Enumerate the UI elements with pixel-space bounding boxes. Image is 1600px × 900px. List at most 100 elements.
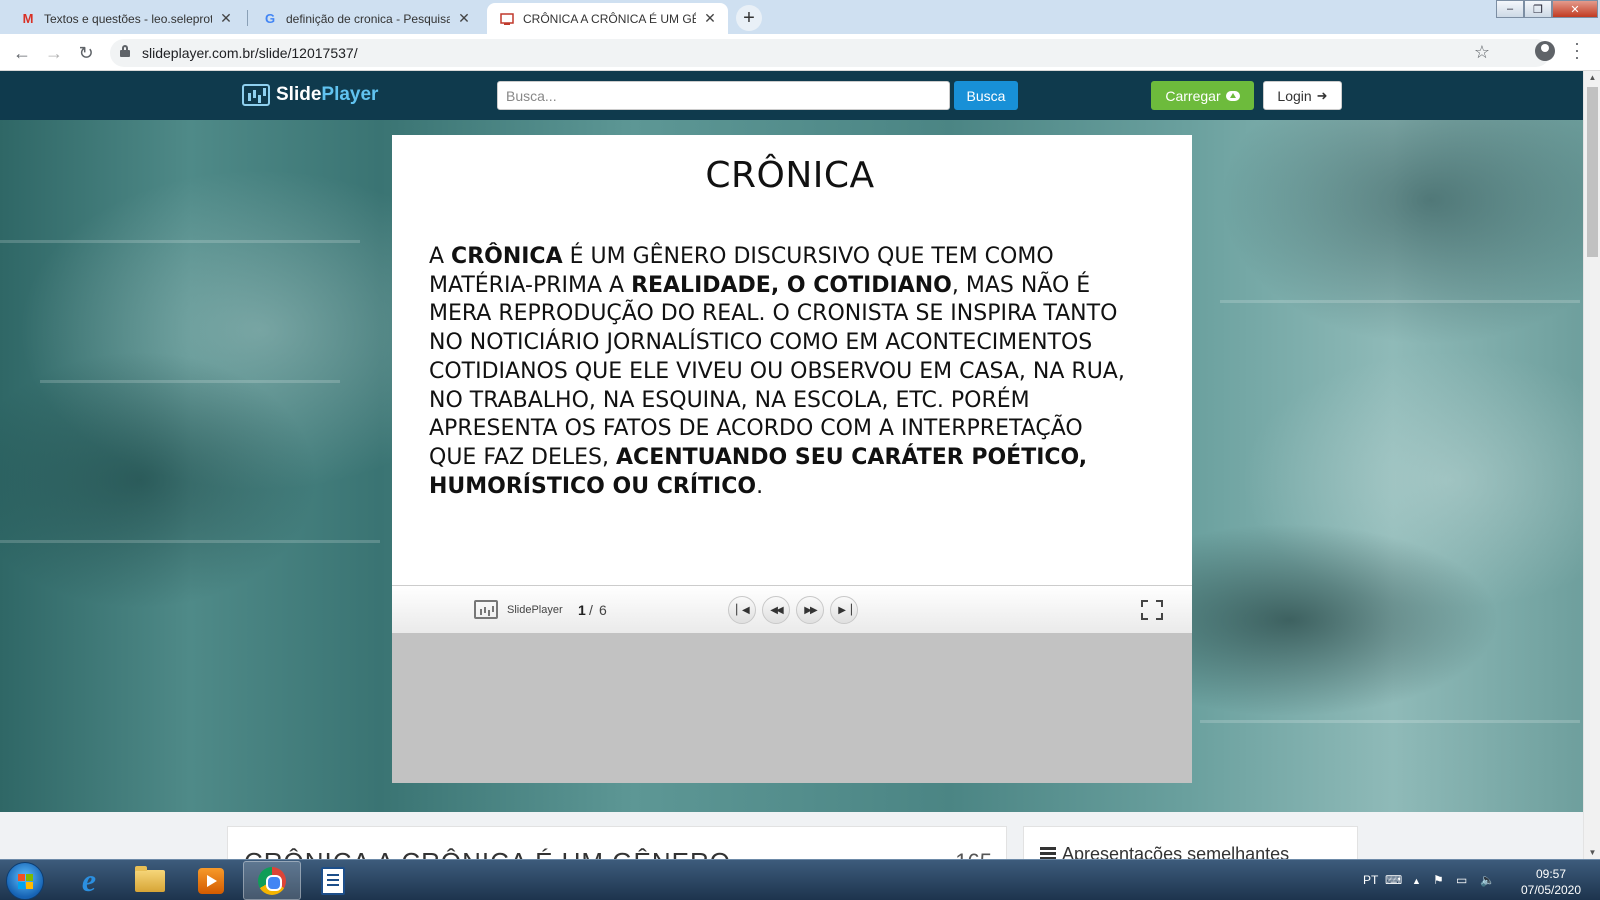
last-slide-button[interactable]: ▶▕ (830, 596, 858, 624)
below-slide-content: CRÔNICA A CRÔNICA É UM GÊNERO 165 Aprese… (0, 812, 1583, 859)
taskbar-internet-explorer[interactable]: e (60, 861, 118, 900)
media-player-icon (198, 867, 224, 894)
account-avatar-icon[interactable] (1535, 41, 1555, 61)
upload-button[interactable]: Carregar (1151, 81, 1254, 110)
taskbar-chrome[interactable] (243, 861, 301, 900)
forward-arrow-icon[interactable]: → (42, 41, 66, 65)
page-scrollbar[interactable]: ▲ ▼ (1583, 71, 1600, 859)
scroll-down-icon[interactable]: ▼ (1587, 848, 1598, 857)
google-icon: G (264, 11, 276, 26)
slideplayer-logo-icon (474, 600, 498, 619)
action-center-flag-icon[interactable]: ⚑ (1433, 873, 1444, 887)
gmail-icon: M (22, 11, 34, 26)
start-button[interactable] (6, 862, 44, 900)
minimize-button[interactable]: ‒ (1496, 0, 1524, 18)
address-bar[interactable]: slideplayer.com.br/slide/12017537/ ☆ (110, 39, 1550, 67)
reload-icon[interactable]: ↻ (74, 41, 98, 65)
slide-body-bold-run: REALIDADE, O COTIDIANO (631, 272, 952, 298)
lock-icon[interactable] (120, 45, 130, 57)
taskbar-document-app[interactable] (304, 861, 362, 900)
taskbar-file-explorer[interactable] (121, 861, 179, 900)
slide-body-run: , MAS NÃO É MERA REPRODUÇÃO DO REAL. O C… (429, 272, 1125, 470)
language-indicator[interactable]: PT (1363, 873, 1378, 887)
url-text[interactable]: slideplayer.com.br/slide/12017537/ (142, 45, 358, 61)
bookmark-star-icon[interactable]: ☆ (1474, 42, 1490, 63)
presentation-title: CRÔNICA A CRÔNICA É UM GÊNERO (244, 847, 731, 859)
windows-logo-icon (18, 874, 33, 889)
new-tab-button[interactable]: + (736, 5, 762, 31)
login-button-label: Login (1277, 87, 1312, 104)
background-streak (1200, 720, 1580, 723)
tab-title: Textos e questões - leo.seleprot@ (44, 11, 212, 26)
slide-body-run: A (429, 244, 452, 269)
folder-icon (135, 865, 165, 892)
document-icon (321, 866, 345, 895)
scroll-thumb[interactable] (1587, 87, 1598, 257)
next-slide-button[interactable]: ▶▶ (796, 596, 824, 624)
internet-explorer-icon: e (81, 862, 97, 898)
fullscreen-icon[interactable] (1141, 600, 1163, 620)
cloud-upload-icon (1225, 90, 1240, 101)
presentation-chart-icon (242, 84, 270, 106)
presentation-card: CRÔNICA A CRÔNICA É UM GÊNERO 165 (227, 826, 1007, 859)
browser-tab-strip: M Textos e questões - leo.seleprot@ ✕ G … (0, 0, 1600, 34)
clock-date[interactable]: 07/05/2020 (1512, 883, 1590, 897)
view-count: 165 (955, 849, 992, 859)
upload-button-label: Carregar (1165, 87, 1221, 104)
windows-taskbar: e PT ⌨ ▲ ⚑ ▭ 🔈 09:57 07/05/2020 (0, 859, 1600, 900)
slide-content: CRÔNICA A CRÔNICA É UM GÊNERO DISCURSIVO… (392, 135, 1192, 585)
player-brand: SlidePlayer (507, 604, 563, 616)
browser-menu-icon[interactable]: · · · (1572, 34, 1582, 66)
slide-body-run: . (756, 473, 764, 499)
close-window-button[interactable]: ✕ (1552, 0, 1598, 18)
tab-title: definição de cronica - Pesquisa G (286, 11, 450, 26)
background-streak (0, 240, 360, 243)
chrome-icon (258, 866, 286, 895)
tab-separator (247, 10, 248, 26)
browser-toolbar: ← → ↻ slideplayer.com.br/slide/12017537/… (0, 34, 1600, 71)
tab-title: CRÔNICA A CRÔNICA É UM GÊN (523, 11, 696, 26)
slide-body-text: A CRÔNICA É UM GÊNERO DISCURSIVO QUE TEM… (429, 243, 1129, 501)
previous-slide-button[interactable]: ◀◀ (762, 596, 790, 624)
clock-time[interactable]: 09:57 (1521, 867, 1581, 881)
site-header: SlidePlayer Busca Carregar Login ➜ (0, 71, 1583, 120)
slideplayer-icon (499, 11, 515, 27)
tab-gmail[interactable]: M Textos e questões - leo.seleprot@ ✕ (8, 3, 244, 34)
sign-in-icon: ➜ (1316, 87, 1328, 103)
tab-slideplayer[interactable]: CRÔNICA A CRÔNICA É UM GÊN ✕ (487, 3, 728, 34)
show-hidden-icons-icon[interactable]: ▲ (1412, 876, 1421, 890)
total-pages: 6 (599, 602, 607, 618)
tab-close-icon[interactable]: ✕ (702, 10, 718, 27)
current-page: 1 (578, 602, 586, 618)
slide-background: CRÔNICA A CRÔNICA É UM GÊNERO DISCURSIVO… (0, 120, 1583, 812)
web-page: SlidePlayer Busca Carregar Login ➜ CRÔNI… (0, 71, 1583, 859)
back-arrow-icon[interactable]: ← (10, 41, 34, 65)
background-streak (40, 380, 340, 383)
related-presentations-heading: Apresentações semelhantes (1062, 844, 1290, 859)
logo-text-slide: Slide (276, 84, 322, 105)
slide-body-bold-run: CRÔNICA (451, 244, 563, 269)
logo-text-player: Player (321, 84, 379, 105)
slideplayer-logo[interactable]: Slide Player (242, 82, 378, 108)
slide-title: CRÔNICA (705, 155, 875, 196)
tab-close-icon[interactable]: ✕ (456, 10, 472, 27)
background-streak (0, 540, 380, 543)
tab-google-search[interactable]: G definição de cronica - Pesquisa G ✕ (250, 3, 482, 34)
tab-close-icon[interactable]: ✕ (218, 10, 234, 27)
slide-controls: SlidePlayer 1 / 6 ▏◀ ◀◀ ▶▶ ▶▕ (392, 585, 1192, 633)
volume-icon[interactable]: 🔈 (1480, 873, 1495, 887)
search-button[interactable]: Busca (954, 81, 1018, 110)
slide-viewer-area (392, 633, 1192, 783)
background-streak (1220, 300, 1580, 303)
page-separator: / (589, 602, 593, 618)
search-input[interactable] (497, 81, 950, 110)
first-slide-button[interactable]: ▏◀ (728, 596, 756, 624)
related-presentations-card: Apresentações semelhantes (1023, 826, 1358, 859)
taskbar-media-player[interactable] (182, 861, 240, 900)
list-icon (1040, 847, 1056, 859)
login-button[interactable]: Login ➜ (1263, 81, 1342, 110)
maximize-button[interactable]: ❐ (1524, 0, 1552, 18)
scroll-up-icon[interactable]: ▲ (1587, 73, 1598, 82)
keyboard-icon[interactable]: ⌨ (1385, 873, 1402, 887)
network-icon[interactable]: ▭ (1456, 873, 1467, 887)
